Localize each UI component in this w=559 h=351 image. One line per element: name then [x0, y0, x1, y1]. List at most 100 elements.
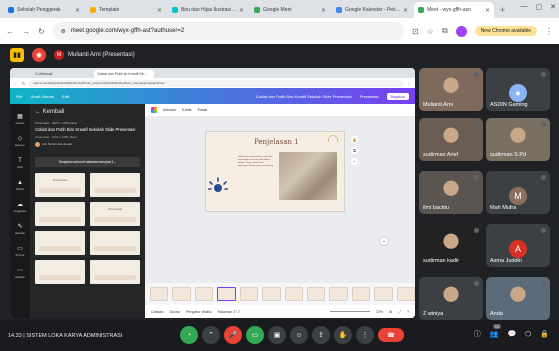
apply-template-button: Terapkan seluruh halaman templat 1... [35, 156, 140, 167]
meet-header: ▮▮ ◉ M Mulianti Arni (Presentasi) [0, 44, 559, 66]
browser-tab[interactable]: Biru dan Hijau Ilustrasi A... ✕ [168, 2, 248, 18]
activities-icon[interactable]: ⬡ [525, 330, 531, 338]
end-call-button[interactable]: ☎ [378, 328, 404, 342]
people-icon[interactable]: 👥 10 [490, 324, 502, 338]
participant-tile[interactable]: ● ASDIN Gaming [486, 68, 550, 111]
meeting-details: 14.33 | SISTEM LOKA KARYA ADMINISTRASI [8, 332, 123, 339]
slide-canvas: Penjelasan 1 Kebutuhan pengetahuan, sika… [205, 131, 345, 212]
profile-avatar[interactable] [455, 25, 467, 37]
info-icon[interactable]: ⓘ [474, 329, 481, 339]
tab-close-icon[interactable]: ✕ [75, 7, 80, 14]
bookmark-star-icon[interactable]: ☆ [427, 27, 434, 36]
rail-item: ▲ Merek [16, 180, 24, 191]
record-icon[interactable]: ◉ [32, 48, 46, 62]
shared-reload-icon: ↻ [22, 80, 26, 86]
rail-icon: ▲ [17, 180, 23, 186]
maximize-icon[interactable]: ▢ [536, 3, 543, 11]
participant-status-icon [474, 175, 479, 180]
add-icon: + [351, 158, 358, 165]
participant-tile[interactable]: sudirman S.Pd [486, 118, 550, 161]
raise-hand-icon[interactable]: ✋ [334, 326, 352, 344]
close-window-icon[interactable]: ✕ [550, 3, 556, 11]
chat-icon[interactable]: 💬 [507, 330, 516, 338]
shared-tab: Coklat dan Putih Ilu Kreatif Se... [94, 70, 154, 78]
emoji-icon[interactable]: ☺ [290, 326, 308, 344]
rail-item: ☁ Unggahan [14, 202, 27, 213]
participant-name: Mulianti Arni [423, 102, 453, 108]
slide-photo [279, 152, 337, 200]
browser-tab[interactable]: Sekolah Penggerak ✕ [4, 2, 84, 18]
canva-toolbar: Animasi 5,0dtk Posisi [145, 104, 415, 116]
participant-tile[interactable]: sudirman kadir [419, 224, 483, 267]
participant-status-icon [541, 228, 546, 233]
timer-tool: 5,0dtk [181, 108, 192, 112]
host-controls-icon[interactable]: 🔒 [540, 330, 549, 338]
participant-tile[interactable]: M Mah Mufra [486, 171, 550, 214]
tab-title: Template [99, 7, 120, 13]
canva-workspace: Animasi 5,0dtk Posisi Penjelasan 1 Kebut… [145, 104, 415, 318]
page-thumbnail [217, 287, 236, 301]
participant-tile[interactable]: A Asma Juddin [486, 224, 550, 267]
forward-icon[interactable]: → [22, 27, 30, 36]
mic-chevron-icon[interactable]: ⌃ [202, 326, 220, 344]
minimize-icon[interactable]: — [521, 3, 528, 11]
back-icon[interactable]: ← [6, 27, 14, 36]
template-thumbnail [90, 230, 140, 255]
page-thumbnail [150, 287, 169, 301]
browser-tab[interactable]: Template ✕ [86, 2, 166, 18]
presenter-chip[interactable]: M Mulianti Arni (Presentasi) [54, 50, 135, 60]
rail-icon: T [18, 158, 22, 164]
omnibox[interactable]: ⊜ meet.google.com/wyx-gffh-ast?authuser=… [52, 22, 405, 40]
cast-icon[interactable]: ⊡ [412, 27, 419, 36]
page-thumbnail [306, 287, 326, 301]
template-thumbnail: Presentasi [35, 172, 85, 197]
chrome-update-pill[interactable]: New Chrome available [474, 26, 537, 36]
participant-name: Asma Juddin [490, 258, 522, 264]
canva-body: ▦ Desain ◇ Elemen T Teks ▲ Merek ☁ Unggahan ✎ Gamba… [10, 104, 415, 318]
participant-avatar: ● [509, 84, 527, 102]
more-menu-icon[interactable]: ⋮ [545, 27, 553, 36]
page-indicator: Halaman 3 / 7 [217, 309, 240, 314]
rail-item: ✎ Gambar [15, 224, 25, 235]
rail-item: ▭ Proyek [16, 246, 25, 257]
site-info-icon[interactable]: ⊜ [61, 28, 66, 35]
tab-close-icon[interactable]: ✕ [239, 7, 244, 14]
new-tab-icon[interactable]: + [500, 5, 505, 15]
browser-tab[interactable]: Meet - wyx-gffh-asn ✕ [414, 2, 494, 18]
browser-tab[interactable]: Google Meet ✕ [250, 2, 330, 18]
canva-side-rail: ▦ Desain ◇ Elemen T Teks ▲ Merek ☁ Unggahan ✎ Gamba… [10, 104, 30, 318]
extensions-icon[interactable]: ⧉ [442, 26, 448, 36]
participant-avatar: M [509, 187, 527, 205]
participant-avatar: A [509, 240, 527, 258]
participants-count: 10 [492, 324, 502, 329]
rail-label: Merek [16, 187, 24, 191]
canva-resize-menu: Ubah Ukuran [30, 93, 55, 99]
rail-label: Aplikasi [15, 275, 25, 279]
canva-file-menu: File [16, 93, 23, 99]
browser-tab[interactable]: Google Kalender - Pekan... ✕ [332, 2, 412, 18]
tab-close-icon[interactable]: ✕ [485, 7, 490, 14]
tab-close-icon[interactable]: ✕ [321, 7, 326, 14]
page-thumbnail [374, 287, 393, 301]
reload-icon[interactable]: ↻ [38, 27, 45, 36]
layout-icon[interactable]: ▮▮ [10, 48, 24, 62]
presenter-label: Mulianti Arni (Presentasi) [68, 52, 135, 58]
tab-close-icon[interactable]: ✕ [157, 7, 162, 14]
participant-tile[interactable]: Z winiya [419, 277, 483, 320]
present-screen-icon[interactable]: ⇪ [312, 326, 330, 344]
participant-tile[interactable]: sudirman Arief [419, 118, 483, 161]
mic-off-icon[interactable]: 🎤 [224, 326, 242, 344]
tab-favicon-icon [254, 7, 260, 13]
canva-share-button: Bagikan [386, 92, 409, 100]
participant-tile[interactable]: Mulianti Arni [419, 68, 483, 111]
captions-icon[interactable]: ▣ [268, 326, 286, 344]
participant-tile[interactable]: ilmi backtu [419, 171, 483, 214]
participant-tile[interactable]: Anda [486, 277, 550, 320]
shared-back-icon: ← [14, 80, 18, 86]
camera-icon[interactable]: ▭ [246, 326, 264, 344]
template-thumbnail [35, 259, 85, 284]
more-options-icon[interactable]: ⋮ [356, 326, 374, 344]
caption-toggle-icon[interactable]: ◔ [180, 326, 198, 344]
participant-status-icon [541, 175, 546, 180]
tab-close-icon[interactable]: ✕ [403, 7, 408, 14]
